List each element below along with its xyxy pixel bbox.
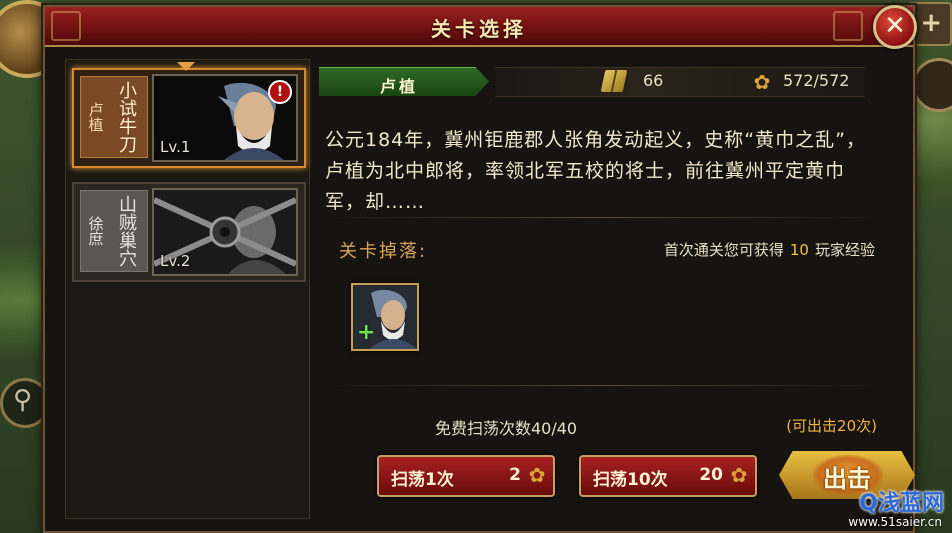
stage-level: Lv.2 <box>160 252 191 270</box>
stage-name-box: 徐庶 山贼巢穴 <box>80 190 148 272</box>
watermark-url: www.51saier.cn <box>848 515 942 529</box>
stage-detail: 卢植 66 ✿ 572/572 公元184年，冀州钜鹿郡人张角发动起义，史称“黄… <box>315 59 915 519</box>
stage-card-1[interactable]: 卢植 小试牛刀 Lv.1 ! <box>72 62 306 168</box>
stage-hero-name: 卢植 <box>86 102 105 132</box>
stage-select-dialog: 关卡选择 ✕ 卢植 小试牛刀 Lv.1 ! 徐庶 山贼巢穴 Lv.2 卢植 66… <box>43 5 917 533</box>
divider <box>323 385 879 386</box>
search-icon: ⚲ <box>13 385 33 415</box>
divider <box>323 217 879 218</box>
plus-icon: + <box>920 8 942 38</box>
hero-name-tab: 卢植 <box>319 67 489 96</box>
drop-item-hero-card[interactable]: + <box>351 283 419 351</box>
stage-level: Lv.1 <box>160 138 191 156</box>
sweep-10-cost: 20 <box>699 465 723 485</box>
stage-name-box: 卢植 小试牛刀 <box>80 76 148 158</box>
title-bar: 关卡选择 <box>45 7 913 47</box>
first-clear-reward: 首次通关您可获得 10 玩家经验 <box>664 239 875 260</box>
stage-story: 公元184年，冀州钜鹿郡人张角发动起义，史称“黄巾之乱”，卢植为北中郎将，率领北… <box>325 129 866 213</box>
wheat-icon: ✿ <box>753 70 771 94</box>
hero-name: 卢植 <box>379 77 418 96</box>
attack-remaining: (可出击20次) <box>786 417 877 435</box>
selected-marker-icon <box>177 62 195 71</box>
stage-title: 山贼巢穴 <box>116 195 137 267</box>
dialog-title: 关卡选择 <box>431 17 527 41</box>
sweep-10-label: 扫荡10次 <box>593 470 668 490</box>
first-clear-suffix: 玩家经验 <box>814 241 875 259</box>
alert-icon: ! <box>268 80 292 104</box>
stage-list: 卢植 小试牛刀 Lv.1 ! 徐庶 山贼巢穴 Lv.2 <box>65 59 310 519</box>
first-clear-value: 10 <box>789 241 809 259</box>
stamina-count: 572/572 <box>783 71 850 90</box>
plus-icon: + <box>357 320 376 345</box>
watermark-logo: Q浅蓝网 <box>859 491 944 516</box>
hero-portrait: Lv.2 <box>152 188 298 276</box>
hero-portrait: Lv.1 ! <box>152 74 298 162</box>
stage-title: 小试牛刀 <box>116 81 137 153</box>
wheat-icon: ✿ <box>730 463 748 487</box>
ornament-icon <box>833 11 863 41</box>
drops-label: 关卡掉落: <box>339 241 428 262</box>
stage-hero-name: 徐庶 <box>86 216 105 246</box>
wheat-icon: ✿ <box>528 463 546 487</box>
close-button[interactable]: ✕ <box>873 5 917 49</box>
book-count: 66 <box>643 71 664 90</box>
book-icon <box>600 70 628 92</box>
sweep-1-label: 扫荡1次 <box>391 470 454 490</box>
watermark: Q浅蓝网 www.51saier.cn <box>804 485 944 529</box>
first-clear-prefix: 首次通关您可获得 <box>663 241 784 259</box>
free-sweep-count: 免费扫荡次数40/40 <box>435 419 578 438</box>
sweep-10-button[interactable]: 扫荡10次 20 ✿ <box>579 455 757 497</box>
stage-card-2[interactable]: 徐庶 山贼巢穴 Lv.2 <box>72 182 306 282</box>
resource-bar: 66 ✿ 572/572 <box>495 67 865 97</box>
sweep-1-button[interactable]: 扫荡1次 2 ✿ <box>377 455 555 497</box>
sweep-1-cost: 2 <box>509 465 521 485</box>
